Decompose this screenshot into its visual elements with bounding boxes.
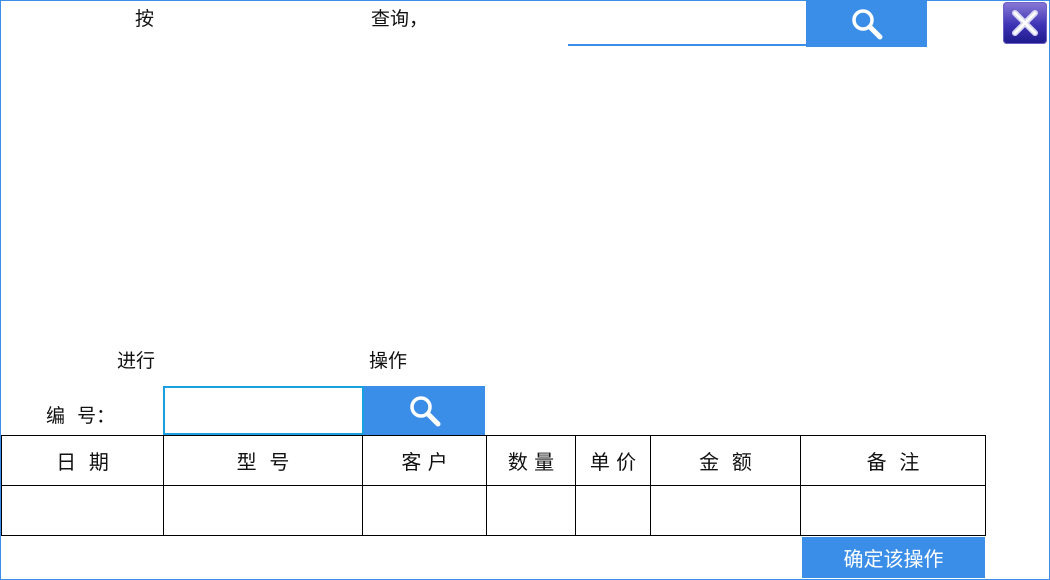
table-cell[interactable]: [1, 485, 164, 536]
table-cell[interactable]: [362, 485, 487, 536]
operation-suffix-label: 操作: [369, 350, 408, 372]
table-cell[interactable]: [486, 485, 576, 536]
column-header-remarks: 备 注: [800, 435, 986, 486]
column-header-amount: 金 额: [650, 435, 801, 486]
close-button[interactable]: [1003, 2, 1047, 44]
close-icon: [1012, 10, 1038, 36]
id-input[interactable]: [163, 386, 364, 435]
search-icon: [851, 8, 882, 39]
column-header-model: 型 号: [163, 435, 363, 486]
table-cell[interactable]: [650, 485, 801, 536]
confirm-operation-button[interactable]: 确定该操作: [802, 537, 985, 578]
search-icon: [409, 395, 440, 426]
column-header-quantity: 数 量: [486, 435, 576, 486]
id-search-button[interactable]: [364, 386, 485, 435]
table-header-row: 日 期 型 号 客 户 数 量 单 价 金 额 备 注: [1, 435, 986, 486]
column-header-customer: 客 户: [362, 435, 487, 486]
query-prefix-label: 按: [135, 8, 155, 30]
operation-prefix-label: 进行: [117, 350, 156, 372]
table-cell[interactable]: [163, 485, 363, 536]
table-row[interactable]: [1, 485, 986, 536]
table-cell[interactable]: [575, 485, 651, 536]
query-suffix-label: 查询，: [371, 8, 429, 30]
data-table: 日 期 型 号 客 户 数 量 单 价 金 额 备 注: [1, 435, 986, 536]
column-header-date: 日 期: [1, 435, 164, 486]
id-field-label: 编 号：: [46, 405, 116, 427]
column-header-unit-price: 单 价: [575, 435, 651, 486]
table-cell[interactable]: [800, 485, 986, 536]
query-search-button[interactable]: [806, 0, 927, 47]
query-search-input[interactable]: [568, 0, 806, 46]
